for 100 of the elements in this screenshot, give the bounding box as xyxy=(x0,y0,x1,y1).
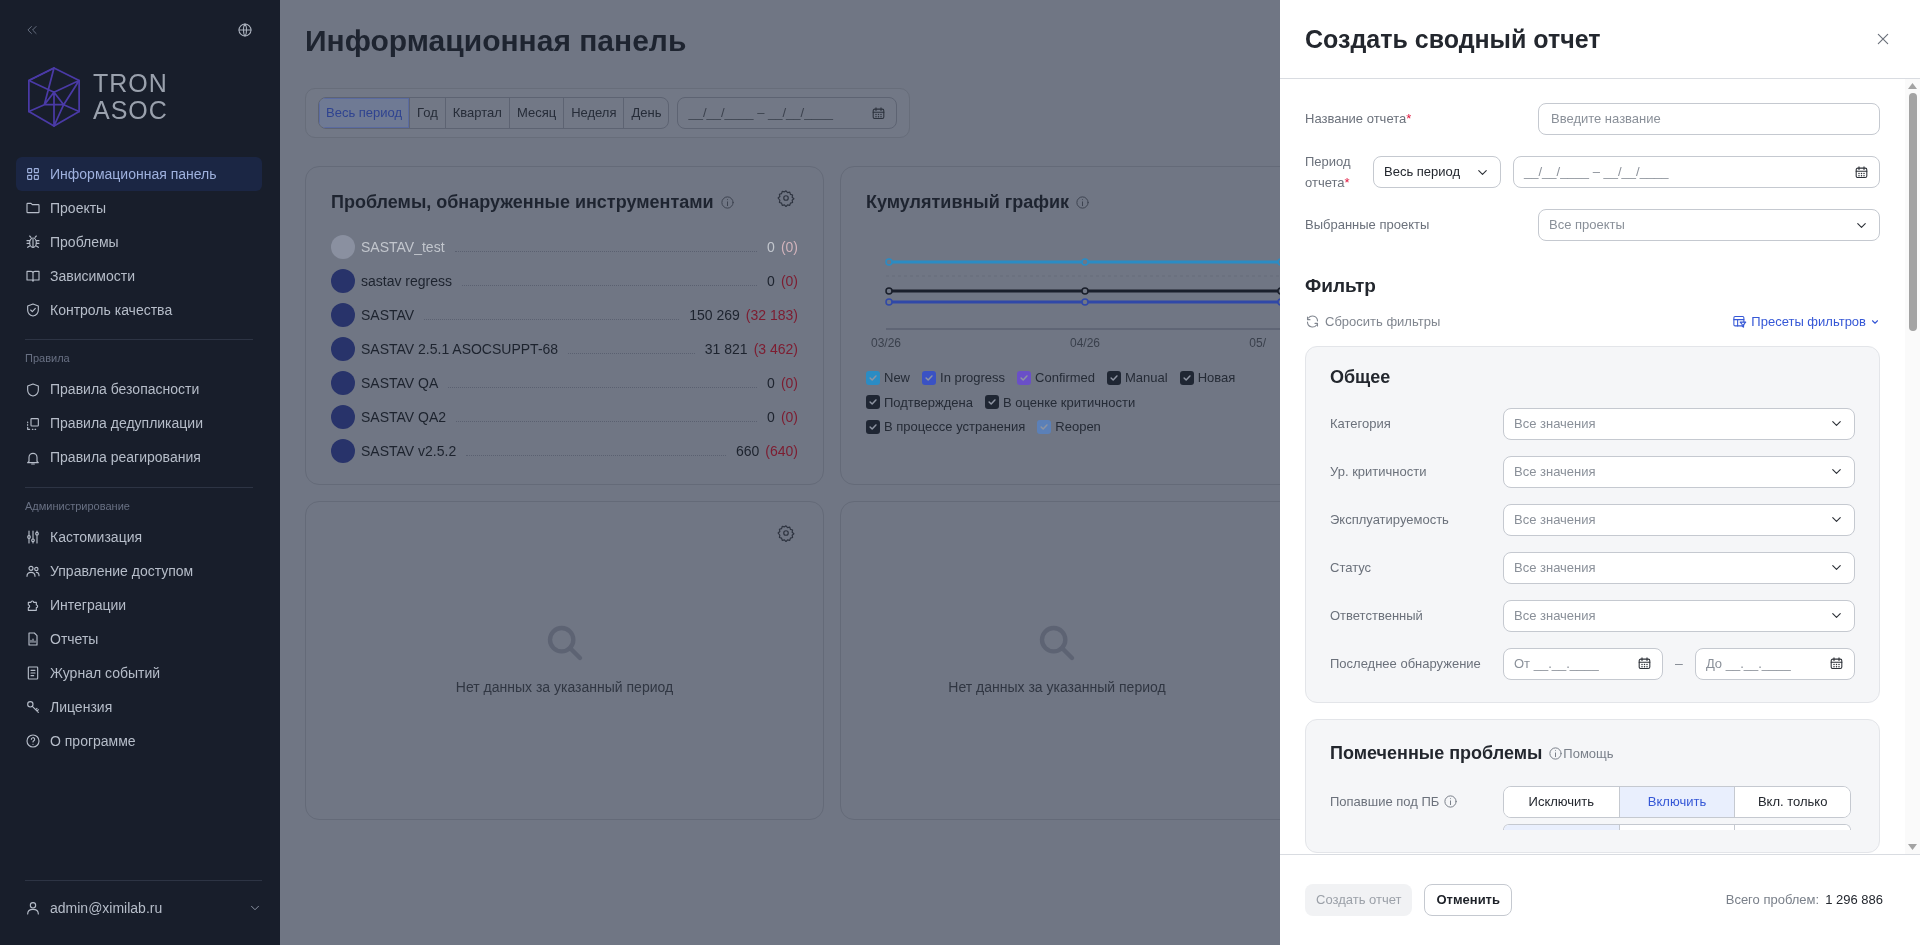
group-title: Помеченные проблемы xyxy=(1330,741,1543,765)
key-icon xyxy=(25,699,41,715)
segment-option[interactable] xyxy=(1504,824,1620,830)
select-field[interactable]: Все значения xyxy=(1503,551,1855,584)
legend-checkbox[interactable] xyxy=(1107,370,1122,385)
nav-item[interactable]: Отчеты xyxy=(16,622,262,656)
check-icon xyxy=(1039,421,1050,432)
globe-icon[interactable] xyxy=(237,22,253,38)
legend-item[interactable]: Подтверждена xyxy=(866,392,973,412)
nav-item[interactable]: Зависимости xyxy=(16,259,262,293)
new-issue-count: (0) xyxy=(780,237,798,257)
date-field[interactable]: От __.__.____ xyxy=(1503,647,1664,680)
date-range-field[interactable]: __/__/____ – __/__/____ xyxy=(677,97,898,129)
user-icon xyxy=(25,900,41,916)
scroll-up-arrow-icon[interactable] xyxy=(1908,83,1917,89)
legend-item[interactable]: In progress xyxy=(922,368,1006,388)
tool-name: SASTAV 2.5.1 ASOCSUPPT-68 xyxy=(361,339,559,359)
legend-checkbox[interactable] xyxy=(866,395,880,410)
period-tab[interactable]: День xyxy=(624,98,669,128)
check-icon xyxy=(868,397,878,408)
issue-count: 150 269 xyxy=(689,305,740,325)
folder-icon xyxy=(25,200,41,216)
issue-count: 0 xyxy=(767,407,775,427)
settings-icon[interactable] xyxy=(777,524,795,542)
check-icon xyxy=(986,397,997,408)
legend-checkbox[interactable] xyxy=(1179,370,1194,385)
card-title: Кумулятивный график xyxy=(866,191,1070,214)
tool-avatar xyxy=(331,269,355,293)
select-field[interactable]: Все проекты xyxy=(1538,209,1880,241)
puzzle-icon xyxy=(25,597,41,613)
nav-item[interactable]: Правила реагирования xyxy=(16,440,262,475)
legend-checkbox[interactable] xyxy=(866,419,880,434)
legend-item[interactable]: В оценке критичности xyxy=(984,392,1136,412)
help-link[interactable]: Помощь xyxy=(1548,743,1614,764)
nav-item[interactable]: Проекты xyxy=(16,191,262,225)
text-field[interactable]: Введите название xyxy=(1538,103,1880,135)
nav-item[interactable]: Интеграции xyxy=(16,588,262,622)
nav-item[interactable]: Правила безопасности xyxy=(16,372,262,407)
scrollbar-thumb[interactable] xyxy=(1908,93,1917,331)
shield-check-icon xyxy=(25,302,41,318)
info-icon[interactable] xyxy=(1442,794,1458,810)
scrollbar[interactable] xyxy=(1905,79,1920,854)
user-email[interactable]: admin@ximilab.ru xyxy=(50,897,239,919)
settings-icon[interactable] xyxy=(777,189,795,207)
date-field[interactable]: До __.__.____ xyxy=(1694,647,1855,680)
info-icon[interactable] xyxy=(719,195,735,210)
select-field[interactable]: Все значения xyxy=(1503,407,1855,440)
legend-item[interactable]: Новая xyxy=(1179,368,1236,388)
legend-checkbox[interactable] xyxy=(866,370,880,385)
check-icon xyxy=(868,421,878,432)
field-label: Статус xyxy=(1330,559,1373,578)
text-input[interactable]: Введите название xyxy=(1549,108,1869,130)
check-icon xyxy=(1181,372,1192,383)
select-field[interactable]: Весь период xyxy=(1373,156,1501,188)
filter-presets-link[interactable]: Пресеты фильтров xyxy=(1732,311,1880,332)
collapse-icon[interactable] xyxy=(25,23,39,37)
nav-item[interactable]: О программе xyxy=(16,724,262,758)
tool-avatar xyxy=(331,303,355,327)
tool-avatar xyxy=(331,439,355,463)
select-field[interactable]: Все значения xyxy=(1503,455,1855,488)
legend-checkbox[interactable] xyxy=(984,395,999,410)
tool-name: SASTAV QA xyxy=(361,373,439,393)
period-tab[interactable]: Месяц xyxy=(509,98,565,128)
info-icon[interactable] xyxy=(1075,195,1091,210)
period-tab[interactable]: Весь период xyxy=(319,98,411,128)
field-label: Период отчета* xyxy=(1305,153,1352,192)
section-heading: Правила xyxy=(24,351,71,366)
nav-item[interactable]: Кастомизация xyxy=(16,520,262,554)
reset-filters-link[interactable]: Сбросить фильтры xyxy=(1305,311,1441,332)
legend-item[interactable]: В процессе устранения xyxy=(866,417,1026,437)
tool-name: SASTAV_test xyxy=(361,237,445,257)
scroll-down-arrow-icon[interactable] xyxy=(1908,844,1917,850)
nav-item[interactable]: Проблемы xyxy=(16,225,262,259)
period-tab[interactable]: Неделя xyxy=(564,98,625,128)
segment-option[interactable]: Включить xyxy=(1619,786,1736,817)
period-tab[interactable]: Год xyxy=(410,98,446,128)
legend-checkbox[interactable] xyxy=(1037,419,1052,434)
date-range-field[interactable]: __/__/____ – __/__/____ xyxy=(1513,156,1880,188)
select-field[interactable]: Все значения xyxy=(1503,599,1855,632)
legend-checkbox[interactable] xyxy=(922,370,936,385)
new-issue-count: (0) xyxy=(780,407,798,427)
total-label: Всего проблем: xyxy=(1725,891,1820,910)
nav-item[interactable]: Контроль качества xyxy=(16,293,262,327)
nav-item[interactable]: Информационная панель xyxy=(16,157,262,191)
legend-checkbox[interactable] xyxy=(1017,370,1032,385)
nav-item[interactable]: Лицензия xyxy=(16,690,262,724)
legend-item[interactable]: Reopen xyxy=(1037,417,1101,437)
legend-item[interactable]: Manual xyxy=(1107,368,1168,388)
cancel-button[interactable]: Отменить xyxy=(1424,884,1512,916)
nav-item[interactable]: Правила дедупликации xyxy=(16,406,262,441)
nav-item[interactable]: Журнал событий xyxy=(16,656,262,690)
segment-option[interactable]: Исключить xyxy=(1504,786,1620,817)
sliders-icon xyxy=(25,529,41,545)
grid-icon xyxy=(25,166,41,182)
legend-item[interactable]: Confirmed xyxy=(1017,368,1096,388)
period-tab[interactable]: Квартал xyxy=(445,98,510,128)
legend-item[interactable]: New xyxy=(866,368,910,388)
select-field[interactable]: Все значения xyxy=(1503,503,1855,536)
nav-item[interactable]: Управление доступом xyxy=(16,554,262,588)
section-heading: Администрирование xyxy=(24,498,131,514)
